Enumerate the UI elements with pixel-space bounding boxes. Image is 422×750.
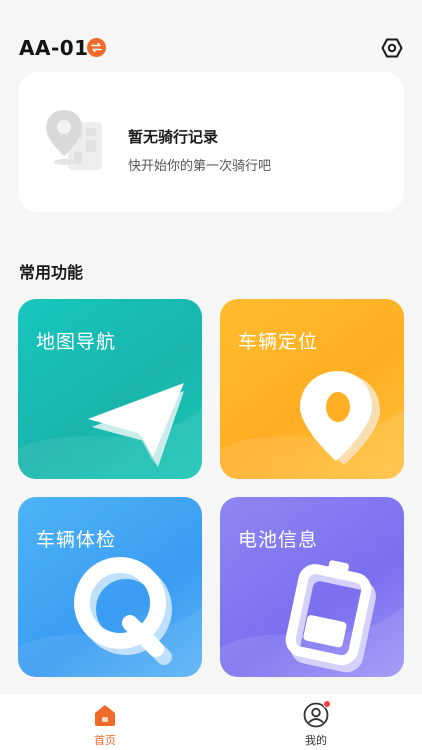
tile-label: 车辆体检 [36, 529, 117, 551]
settings-icon[interactable] [380, 36, 404, 60]
tile-vehicle-check[interactable]: 车辆体检 [18, 497, 202, 677]
map-pin-illustration-icon [46, 110, 102, 170]
tile-label: 地图导航 [36, 331, 117, 353]
tile-label: 电池信息 [238, 529, 319, 551]
notification-dot [323, 700, 331, 708]
device-name[interactable]: AA-01 [19, 36, 89, 60]
no-record-title: 暂无骑行记录 [128, 128, 219, 146]
tile-map-navigation[interactable]: 地图导航 [18, 299, 202, 479]
tile-battery-info[interactable]: 电池信息 [220, 497, 404, 677]
ride-record-card[interactable]: 暂无骑行记录 快开始你的第一次骑行吧 [18, 72, 404, 212]
nav-home[interactable]: 首页 [75, 702, 135, 748]
nav-me-label: 我的 [305, 734, 327, 747]
bottom-nav: 首页 我的 [0, 694, 422, 750]
tile-vehicle-location[interactable]: 车辆定位 [220, 299, 404, 479]
tile-label: 车辆定位 [238, 331, 319, 353]
section-title: 常用功能 [19, 263, 84, 282]
profile-icon [303, 700, 331, 728]
home-icon [92, 702, 118, 728]
switch-device-icon[interactable] [87, 38, 106, 57]
nav-home-label: 首页 [94, 734, 116, 747]
nav-me[interactable]: 我的 [286, 700, 346, 748]
magnifier-q-icon [18, 557, 202, 677]
no-record-subtitle: 快开始你的第一次骑行吧 [128, 159, 272, 174]
battery-icon [220, 560, 404, 677]
location-pin-icon [220, 371, 404, 479]
navigation-arrow-icon [18, 383, 202, 479]
